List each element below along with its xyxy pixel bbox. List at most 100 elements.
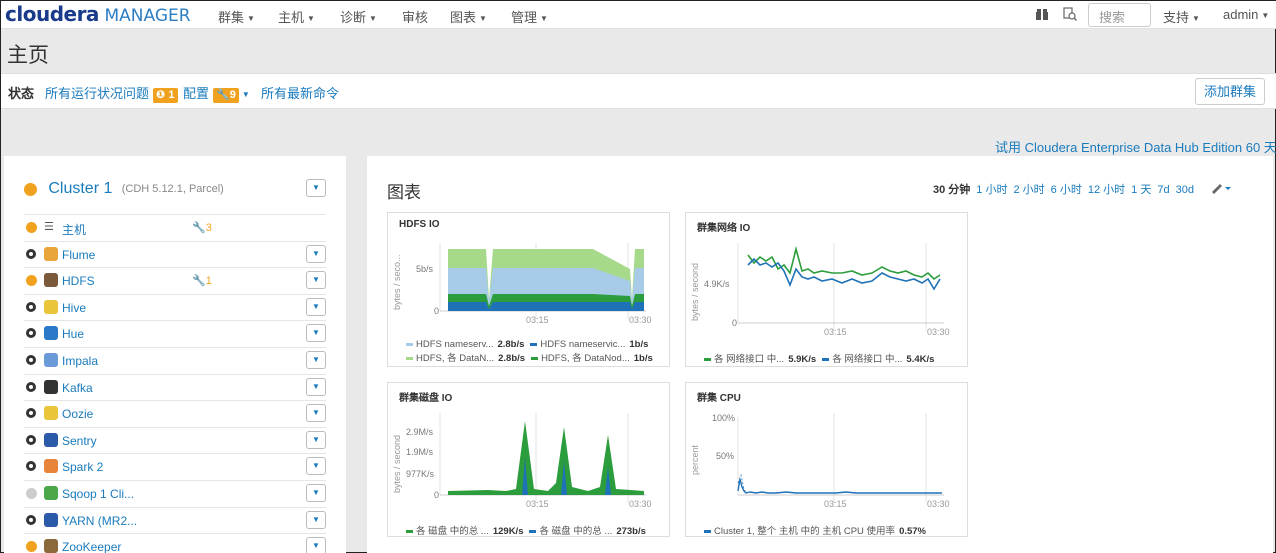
service-row[interactable]: Sentry ▼ xyxy=(24,426,326,453)
y-tick-zero: 0 xyxy=(434,306,439,316)
service-row[interactable]: Hue ▼ xyxy=(24,320,326,346)
cloudera-manager-logo[interactable]: cloudera MANAGER xyxy=(5,2,191,28)
service-row[interactable]: Flume ▼ xyxy=(24,240,326,267)
service-name-link[interactable]: Oozie xyxy=(62,407,93,421)
service-name-link[interactable]: HDFS xyxy=(62,274,95,288)
time-range-option[interactable]: 7d xyxy=(1157,184,1169,196)
nav-clusters[interactable]: 群集 ▼ xyxy=(218,7,255,26)
cluster-actions-dropdown[interactable]: ▼ xyxy=(306,179,326,197)
chevron-down-icon[interactable]: ▼ xyxy=(242,90,250,99)
service-actions-dropdown[interactable]: ▼ xyxy=(306,457,326,476)
sentry-icon xyxy=(44,432,58,447)
nav-hosts[interactable]: 主机 ▼ xyxy=(278,7,315,26)
tabs-bar: 状态 所有运行状况问题 ❶ 1 配置 🔧9 ▼ 所有最新命令 添加群集 xyxy=(1,73,1276,109)
chart-network-io[interactable]: 群集网络 IO bytes / second 4.9K/s 0 03:15 03… xyxy=(685,212,968,367)
chart-legend: Cluster 1, 整个 主机 中的 主机 CPU 使用率 0.57% xyxy=(704,523,932,537)
service-actions-dropdown[interactable]: ▼ xyxy=(306,351,326,369)
service-name-link[interactable]: Flume xyxy=(62,248,95,262)
time-range-option[interactable]: 30 分钟 xyxy=(933,184,970,196)
list-icon: ☰ xyxy=(44,221,54,233)
chart-cluster-cpu[interactable]: 群集 CPU percent 100% 50% 03:15 03:30 Clus… xyxy=(685,382,968,537)
gift-icon[interactable] xyxy=(1035,7,1049,21)
y-tick-label: 977K/s xyxy=(406,469,435,479)
nav-charts[interactable]: 图表 ▼ xyxy=(450,7,487,26)
service-name-link[interactable]: Sqoop 1 Cli... xyxy=(62,487,134,501)
service-status-icon xyxy=(26,488,37,499)
service-row[interactable]: Oozie ▼ xyxy=(24,400,326,426)
time-range-option[interactable]: 6 小时 xyxy=(1051,184,1082,196)
edit-charts-icon[interactable] xyxy=(1210,182,1232,194)
service-row[interactable]: Kafka ▼ xyxy=(24,373,326,400)
service-name-link[interactable]: Kafka xyxy=(62,381,93,395)
add-cluster-button[interactable]: 添加群集 xyxy=(1195,78,1265,105)
service-status-icon xyxy=(26,514,36,525)
support-menu[interactable]: 支持 ▼ xyxy=(1163,7,1200,26)
x-tick-label: 03:30 xyxy=(629,315,652,325)
service-actions-dropdown[interactable]: ▼ xyxy=(306,297,326,316)
config-warning-badge[interactable]: 🔧3 xyxy=(192,221,212,234)
service-row[interactable]: YARN (MR2... ▼ xyxy=(24,506,326,533)
search-stack-icon[interactable] xyxy=(1063,7,1077,21)
impala-icon xyxy=(44,353,58,367)
service-actions-dropdown[interactable]: ▼ xyxy=(306,510,326,529)
spark-icon xyxy=(44,459,58,474)
cluster-panel: Cluster 1 (CDH 5.12.1, Parcel) ▼ ☰ 主机 🔧3 Fl… xyxy=(4,156,346,553)
tab-recent-commands[interactable]: 所有最新命令 xyxy=(261,83,339,102)
logo-text: cloudera xyxy=(5,2,99,26)
config-warning-badge[interactable]: 🔧1 xyxy=(192,274,212,287)
cluster-name-link[interactable]: Cluster 1 xyxy=(48,180,112,197)
service-name-link[interactable]: Spark 2 xyxy=(62,460,103,474)
service-actions-dropdown[interactable]: ▼ xyxy=(306,244,326,263)
service-actions-dropdown[interactable]: ▼ xyxy=(306,430,326,449)
service-row[interactable]: HDFS 🔧1 ▼ xyxy=(24,267,326,293)
nav-audits[interactable]: 审核 xyxy=(402,7,428,26)
service-row[interactable]: Sqoop 1 Cli... ▼ xyxy=(24,480,326,506)
y-tick-label: 100% xyxy=(712,413,735,423)
time-range-option[interactable]: 2 小时 xyxy=(1013,184,1044,196)
trial-link[interactable]: 试用 Cloudera Enterprise Data Hub Edition … xyxy=(995,137,1276,156)
x-tick-label: 03:30 xyxy=(927,499,950,509)
service-row[interactable]: Impala ▼ xyxy=(24,347,326,373)
y-tick-label: 2.9M/s xyxy=(406,427,434,437)
time-range-option[interactable]: 1 小时 xyxy=(976,184,1007,196)
service-name-link[interactable]: Impala xyxy=(62,354,98,368)
service-row[interactable]: Spark 2 ▼ xyxy=(24,453,326,479)
service-actions-dropdown[interactable]: ▼ xyxy=(306,484,326,502)
health-issues-link[interactable]: 所有运行状况问题 xyxy=(45,86,149,101)
tab-status[interactable]: 状态 xyxy=(8,83,34,102)
service-actions-dropdown[interactable]: ▼ xyxy=(306,404,326,423)
configuration-link[interactable]: 配置 xyxy=(183,86,209,101)
service-name-link[interactable]: Hue xyxy=(62,327,84,341)
charts-panel: 图表 30 分钟 1 小时 2 小时 6 小时 12 小时 1 天 7d 30d HDFS I… xyxy=(367,156,1273,553)
time-range-option[interactable]: 1 天 xyxy=(1131,184,1151,196)
service-row[interactable]: ☰ 主机 🔧3 xyxy=(24,214,326,240)
user-menu[interactable]: admin ▼ xyxy=(1223,7,1269,22)
service-actions-dropdown[interactable]: ▼ xyxy=(306,324,326,343)
y-tick-zero: 0 xyxy=(732,318,737,328)
nav-administration[interactable]: 管理 ▼ xyxy=(511,7,548,26)
cluster-header: Cluster 1 (CDH 5.12.1, Parcel) xyxy=(24,180,224,198)
wrench-icon: 🔧 xyxy=(192,275,206,288)
search-input[interactable]: 搜索 xyxy=(1088,3,1151,27)
service-actions-dropdown[interactable]: ▼ xyxy=(306,537,326,553)
time-range-option[interactable]: 12 小时 xyxy=(1088,184,1125,196)
x-tick-label: 03:30 xyxy=(927,327,950,337)
service-name-link[interactable]: Sentry xyxy=(62,434,97,448)
tab-health-issues[interactable]: 所有运行状况问题 ❶ 1 xyxy=(45,83,178,103)
y-tick-label: 1.9M/s xyxy=(406,447,434,457)
recent-commands-link[interactable]: 所有最新命令 xyxy=(261,86,339,101)
service-name-link[interactable]: Hive xyxy=(62,301,86,315)
service-name-link[interactable]: YARN (MR2... xyxy=(62,514,137,528)
service-row[interactable]: ZooKeeper ▼ xyxy=(24,533,326,553)
service-name-link[interactable]: 主机 xyxy=(62,221,86,238)
cpu-plot: 100% 50% 03:15 03:30 xyxy=(712,413,950,509)
tab-configuration[interactable]: 配置 🔧9 ▼ xyxy=(183,83,250,103)
service-actions-dropdown[interactable]: ▼ xyxy=(306,377,326,396)
service-actions-dropdown[interactable]: ▼ xyxy=(306,271,326,290)
service-row[interactable]: Hive ▼ xyxy=(24,293,326,320)
chart-disk-io[interactable]: 群集磁盘 IO bytes / second 2.9M/s 1.9M/s 977… xyxy=(387,382,670,537)
nav-diagnostics[interactable]: 诊断 ▼ xyxy=(340,7,377,26)
chart-hdfs-io[interactable]: HDFS IO bytes / seco... 5b/s 0 03:15 03:… xyxy=(387,212,670,367)
service-name-link[interactable]: ZooKeeper xyxy=(62,540,121,553)
time-range-option[interactable]: 30d xyxy=(1176,184,1194,196)
